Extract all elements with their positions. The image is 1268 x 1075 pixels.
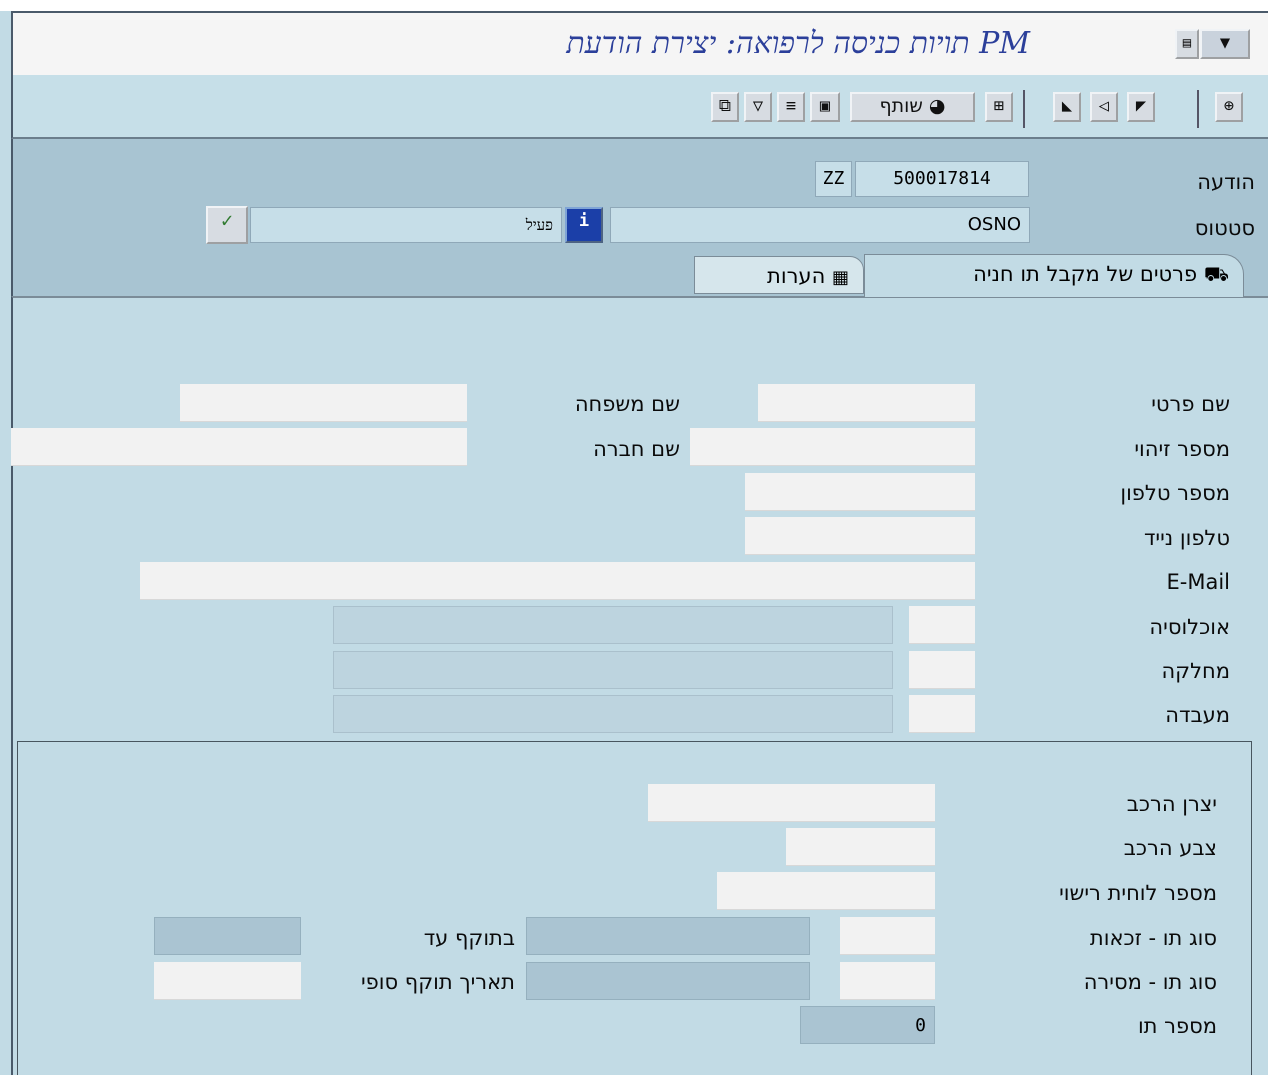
population-description	[333, 606, 893, 644]
permit-number-field: 0	[800, 1006, 935, 1044]
email-label: E-Mail	[1166, 570, 1230, 594]
find-icon[interactable]: ⊞	[985, 92, 1013, 122]
first-page-icon[interactable]: ◣	[1053, 92, 1081, 122]
system-layout-icon[interactable]: ▤	[1175, 29, 1199, 59]
status-label: סטטוס	[1194, 216, 1255, 240]
lab-description	[333, 695, 893, 733]
valid-until-label: בתוקף עד	[423, 926, 515, 950]
customize-layout-icon[interactable]: ▼	[1200, 29, 1250, 59]
globe-icon: ◕	[928, 95, 946, 117]
company-name-label: שם חברה	[593, 437, 680, 461]
next-page-icon[interactable]: ◤	[1127, 92, 1155, 122]
zoom-icon[interactable]: ⊕	[1215, 92, 1243, 122]
mobile-input[interactable]	[745, 517, 975, 555]
toolbar-separator	[1023, 90, 1025, 128]
lab-code-input[interactable]	[909, 695, 975, 733]
id-number-input[interactable]	[690, 428, 975, 466]
car-icon: ⛟	[1203, 262, 1229, 286]
first-name-label: שם פרטי	[1151, 392, 1230, 416]
id-number-label: מספר זיהוי	[1134, 437, 1230, 461]
department-description	[333, 651, 893, 689]
permit-number-label: מספר תו	[1137, 1014, 1217, 1038]
delivery-type-description	[526, 962, 810, 1000]
notification-type-field: ZZ	[815, 161, 852, 197]
company-name-input[interactable]	[11, 428, 467, 466]
notification-number-field: 500017814	[855, 161, 1029, 197]
vehicle-manufacturer-input[interactable]	[648, 784, 935, 822]
last-name-label: שם משפחה	[574, 392, 680, 416]
toolbar-separator	[1197, 90, 1199, 128]
population-code-input[interactable]	[909, 606, 975, 644]
license-plate-label: מספר לוחית רישוי	[1059, 881, 1217, 905]
mobile-label: טלפון נייד	[1143, 526, 1230, 550]
permit-type-input[interactable]	[840, 917, 935, 955]
delivery-type-label: סוג תו - מסירה	[1083, 970, 1217, 994]
license-plate-input[interactable]	[717, 872, 935, 910]
document-icon[interactable]: ≡	[777, 92, 805, 122]
notification-label: הודעה	[1197, 170, 1255, 194]
display-icon[interactable]: ▣	[810, 92, 840, 122]
phone-label: מספר טלפון	[1120, 481, 1230, 505]
final-date-label: תאריך תוקף סופי	[360, 970, 515, 994]
tab-notes-label: הערות	[767, 264, 826, 288]
system-status-field: OSNO	[610, 207, 1030, 243]
valid-until-field	[154, 917, 301, 955]
window-frame	[0, 0, 1268, 11]
vehicle-color-label: צבע הרכב	[1123, 836, 1217, 860]
window-title: תויות כניסה לרפואה: יצירת הודעת PM	[566, 26, 1030, 61]
population-label: אוכלוסיה	[1149, 615, 1230, 639]
filter-icon[interactable]: ▽	[744, 92, 772, 122]
permit-type-description	[526, 917, 810, 955]
tab-recipient-details-label: פרטים של מקבל תו חניה	[973, 262, 1198, 286]
department-code-input[interactable]	[909, 651, 975, 689]
permit-type-label: סוג תו - זכאות	[1089, 926, 1217, 950]
tab-recipient-details[interactable]: פרטים של מקבל תו חניה ⛟	[864, 254, 1244, 297]
department-label: מחלקה	[1161, 659, 1230, 683]
tab-notes[interactable]: הערות ▦	[694, 256, 864, 294]
user-status-field: פעיל	[250, 207, 562, 243]
first-name-input[interactable]	[758, 384, 975, 422]
partner-button[interactable]: שותף ◕	[850, 92, 975, 122]
email-input[interactable]	[140, 562, 975, 600]
vehicle-color-input[interactable]	[786, 828, 935, 866]
copy-icon[interactable]: ⧉	[711, 92, 739, 122]
lab-label: מעבדה	[1165, 703, 1230, 727]
edit-status-icon[interactable]: ✓	[206, 206, 248, 244]
phone-input[interactable]	[745, 473, 975, 511]
notes-icon: ▦	[831, 267, 849, 288]
delivery-type-input[interactable]	[840, 962, 935, 1000]
status-info-icon[interactable]: i	[565, 207, 603, 243]
final-date-input[interactable]	[154, 962, 301, 1000]
last-name-input[interactable]	[180, 384, 467, 422]
vehicle-manufacturer-label: יצרן הרכב	[1126, 792, 1217, 816]
previous-page-icon[interactable]: ◁	[1090, 92, 1118, 122]
partner-label: שותף	[879, 95, 923, 117]
